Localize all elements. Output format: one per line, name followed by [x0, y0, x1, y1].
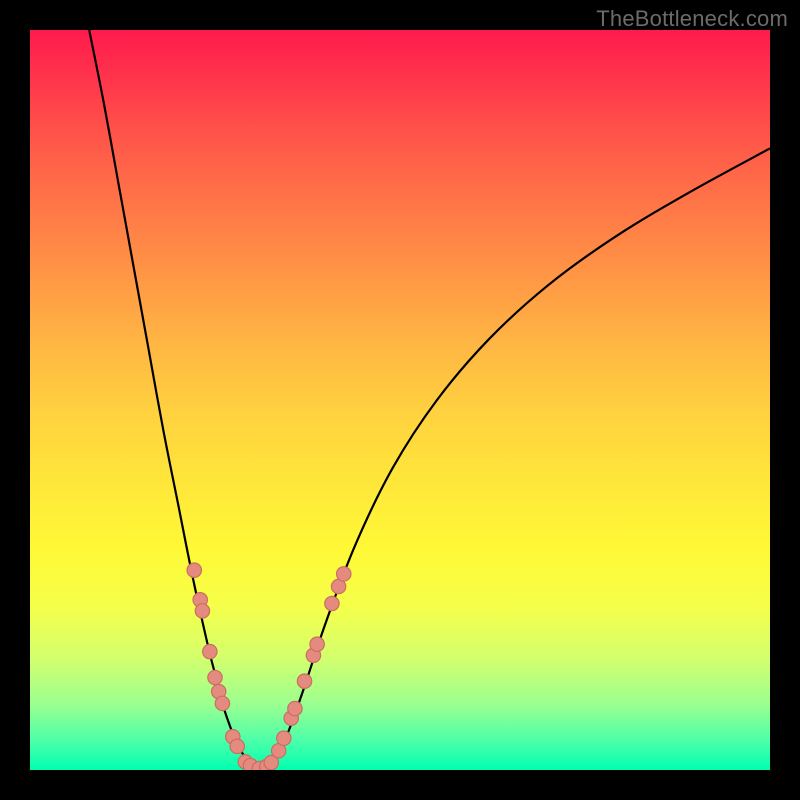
curve-right	[259, 148, 770, 768]
right-arm-dot	[310, 637, 324, 651]
watermark-text: TheBottleneck.com	[596, 6, 788, 32]
chart-svg	[30, 30, 770, 770]
right-arm-dot	[337, 567, 351, 581]
right-arm-dot	[288, 701, 302, 715]
left-arm-dot	[195, 604, 209, 618]
data-points-group	[187, 563, 351, 770]
left-arm-dot	[187, 563, 201, 577]
chart-frame	[30, 30, 770, 770]
right-arm-dot	[277, 731, 291, 745]
left-arm-dot	[215, 696, 229, 710]
left-arm-dot	[230, 739, 244, 753]
curve-left	[89, 30, 259, 769]
right-arm-dot	[297, 674, 311, 688]
left-arm-dot	[208, 670, 222, 684]
right-arm-dot	[325, 596, 339, 610]
left-arm-dot	[203, 644, 217, 658]
